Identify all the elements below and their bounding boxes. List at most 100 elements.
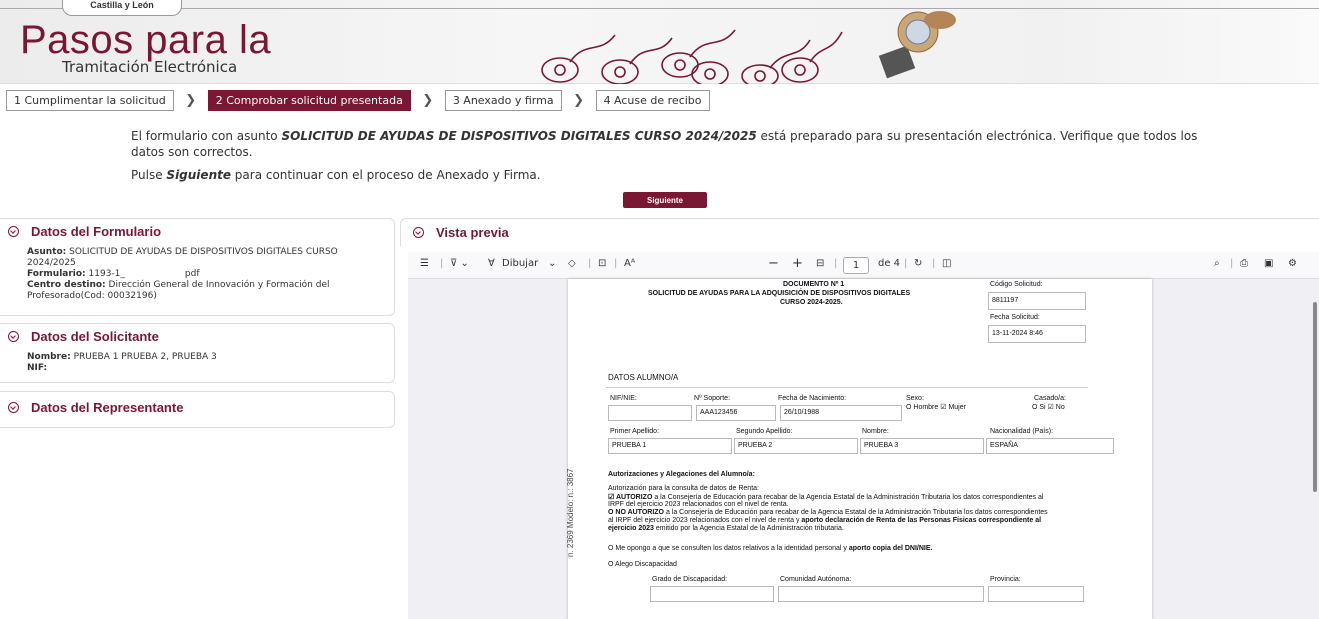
panel-header-formulario[interactable]: Datos del Formulario bbox=[0, 219, 394, 243]
rotate-icon[interactable]: ↻ bbox=[914, 258, 922, 269]
apellido2-label: Segundo Apellido: bbox=[736, 428, 793, 435]
sidebar-toggle-icon[interactable]: ☰ bbox=[420, 258, 429, 269]
doc-heading-2: SOLICITUD DE AYUDAS PARA LA ADQUISICIÓN … bbox=[648, 290, 911, 297]
nacimiento-value: 26/10/1988 bbox=[784, 409, 820, 416]
chevron-right-icon: ❯ bbox=[185, 92, 197, 108]
no-autorizo-bold: ejercicio 2023 bbox=[608, 525, 654, 532]
chevron-down-icon[interactable]: ⌄ bbox=[548, 258, 556, 269]
header: Castilla y León Pasos para la Tramitació… bbox=[0, 0, 1319, 84]
nombre-value: PRUEBA 3 bbox=[864, 442, 899, 449]
intro-subject: SOLICITUD DE AYUDAS DE DISPOSITIVOS DIGI… bbox=[281, 129, 757, 143]
autoriz-sub: Autorización para la consulta de datos d… bbox=[608, 485, 759, 492]
no-autorizo-text: emitido por la Agencia Estatal de la Adm… bbox=[653, 525, 844, 532]
nif-label: NIF/NIE: bbox=[610, 395, 637, 402]
sexo-label: Sexo: bbox=[906, 395, 924, 402]
text-box-icon[interactable]: ⊡ bbox=[598, 258, 606, 269]
separator: | bbox=[614, 258, 618, 269]
nombre-value: PRUEBA 1 PRUEBA 2, PRUEBA 3 bbox=[73, 352, 217, 362]
no-autorizo-text: al IRPF del ejercicio 2023 relacionados … bbox=[608, 517, 802, 524]
field-label: Nombre: bbox=[27, 352, 71, 362]
collapse-chevron-icon[interactable] bbox=[8, 330, 19, 342]
intro-text: El formulario con asunto bbox=[131, 129, 282, 143]
oponer-line: O Me opongo a que se consulten los datos… bbox=[608, 545, 933, 552]
comunidad-label: Comunidad Autónoma: bbox=[780, 576, 852, 583]
collapse-chevron-icon[interactable] bbox=[413, 227, 424, 238]
brand-subtitle: Tramitación Electrónica bbox=[62, 58, 238, 76]
grado-label: Grado de Discapacidad: bbox=[652, 576, 728, 583]
provincia-field bbox=[988, 586, 1084, 602]
panel-datos-formulario: Datos del Formulario Asunto: SOLICITUD D… bbox=[0, 218, 395, 316]
field-label: NIF: bbox=[27, 363, 48, 373]
collapse-chevron-icon[interactable] bbox=[8, 225, 19, 237]
page: Castilla y León Pasos para la Tramitació… bbox=[0, 0, 1319, 619]
autorizo-line-2: IRPF del ejercicio 2023 relacionados con… bbox=[608, 501, 789, 508]
panel-title: Datos del Solicitante bbox=[31, 328, 159, 344]
codigo-value: 8811197 bbox=[992, 297, 1019, 304]
doc-heading-1: DOCUMENTO Nº 1 bbox=[783, 281, 845, 288]
panel-header-representante[interactable]: Datos del Representante bbox=[0, 392, 394, 422]
separator: | bbox=[932, 258, 936, 269]
fit-page-icon[interactable]: ⊟ bbox=[816, 258, 824, 269]
sexo-options: O Hombre ☑ Mujer bbox=[906, 404, 966, 411]
field-label: Centro destino: bbox=[27, 280, 106, 290]
step-4[interactable]: 4 Acuse de recibo bbox=[595, 89, 710, 111]
brand-title: Pasos para la bbox=[20, 18, 272, 62]
preview-title: Vista previa bbox=[436, 225, 509, 240]
discapacidad-line: O Alego Discapacidad bbox=[608, 561, 677, 568]
doc-heading-3: CURSO 2024-2025. bbox=[780, 299, 843, 306]
step-3[interactable]: 3 Anexado y firma bbox=[444, 89, 562, 111]
read-aloud-icon[interactable]: Aᴬ bbox=[624, 258, 635, 269]
panel-datos-representante: Datos del Representante bbox=[0, 391, 395, 428]
zoom-in-button[interactable]: + bbox=[792, 256, 803, 271]
step-bar: 1 Cumplimentar la solicitud ❯ 2 Comproba… bbox=[6, 89, 710, 111]
autorizo-text: a la Consejería de Educación para recaba… bbox=[652, 494, 1044, 501]
casado-label: Casado/a: bbox=[1034, 395, 1066, 402]
section-rule bbox=[606, 387, 1088, 388]
no-autorizo-bold: O NO AUTORIZO bbox=[608, 509, 664, 516]
no-autorizo-line-3: ejercicio 2023 emitido por la Agencia Es… bbox=[608, 525, 844, 532]
intro-message: El formulario con asunto SOLICITUD DE AY… bbox=[131, 128, 1211, 160]
provincia-label: Provincia: bbox=[990, 576, 1021, 583]
gear-icon[interactable]: ⚙ bbox=[1288, 258, 1297, 269]
separator: | bbox=[588, 258, 592, 269]
pdf-viewer: ☰ | ⊽ ⌄ ∀ Dibujar ⌄ ◇ | ⊡ | Aᴬ − + ⊟ | 1… bbox=[408, 252, 1319, 619]
save-icon[interactable]: ▣ bbox=[1264, 258, 1273, 269]
region-tab[interactable]: Castilla y León bbox=[62, 0, 182, 16]
soporte-label: Nº Soporte: bbox=[694, 395, 731, 402]
autorizo-line: ☑ AUTORIZO a la Consejería de Educación … bbox=[608, 493, 1043, 501]
page-total: de 4 bbox=[878, 258, 901, 269]
grado-field bbox=[650, 586, 774, 602]
draw-label[interactable]: Dibujar bbox=[502, 258, 538, 269]
print-icon[interactable]: ⎙ bbox=[1240, 258, 1248, 269]
instruction-bold: Siguiente bbox=[166, 168, 231, 182]
eraser-icon[interactable]: ◇ bbox=[568, 258, 576, 269]
formulario-ext: pdf bbox=[184, 269, 200, 279]
field-label: Formulario: bbox=[27, 269, 86, 279]
no-autorizo-line: O NO AUTORIZO a la Consejería de Educaci… bbox=[608, 509, 1048, 516]
no-autorizo-text: a la Consejería de Educación para recaba… bbox=[664, 509, 1048, 516]
panel-datos-solicitante: Datos del Solicitante Nombre: PRUEBA 1 P… bbox=[0, 323, 395, 383]
apellido1-label: Primer Apellido: bbox=[610, 428, 660, 435]
separator: | bbox=[1230, 258, 1234, 269]
zoom-out-button[interactable]: − bbox=[768, 256, 779, 271]
search-icon[interactable]: ⌕ bbox=[1214, 258, 1220, 269]
intro-instruction: Pulse Siguiente para continuar con el pr… bbox=[131, 168, 541, 182]
step-1[interactable]: 1 Cumplimentar la solicitud bbox=[6, 89, 174, 111]
asunto-value: SOLICITUD DE AYUDAS DE DISPOSITIVOS DIGI… bbox=[27, 247, 338, 268]
preview-header[interactable]: Vista previa bbox=[400, 218, 1319, 246]
nacionalidad-value: ESPAÑA bbox=[990, 442, 1018, 449]
panel-body-formulario: Asunto: SOLICITUD DE AYUDAS DE DISPOSITI… bbox=[0, 243, 394, 308]
section-alumno: DATOS ALUMNO/A bbox=[608, 373, 679, 382]
autoriz-title: Autorizaciones y Alegaciones del Alumno/… bbox=[608, 471, 755, 478]
next-button[interactable]: Siguiente bbox=[623, 192, 707, 208]
step-2[interactable]: 2 Comprobar solicitud presentada bbox=[207, 89, 411, 111]
instruction-text: Pulse bbox=[131, 168, 167, 182]
page-number-input[interactable]: 1 bbox=[843, 257, 869, 274]
scrollbar[interactable] bbox=[1313, 302, 1317, 492]
draw-icon[interactable]: ∀ bbox=[488, 258, 495, 269]
collapse-chevron-icon[interactable] bbox=[8, 401, 19, 413]
panel-header-solicitante[interactable]: Datos del Solicitante bbox=[0, 324, 394, 348]
page-view-icon[interactable]: ◫ bbox=[942, 258, 951, 269]
highlight-icon[interactable]: ⊽ ⌄ bbox=[450, 258, 469, 269]
soporte-value: AAA123456 bbox=[700, 409, 738, 416]
